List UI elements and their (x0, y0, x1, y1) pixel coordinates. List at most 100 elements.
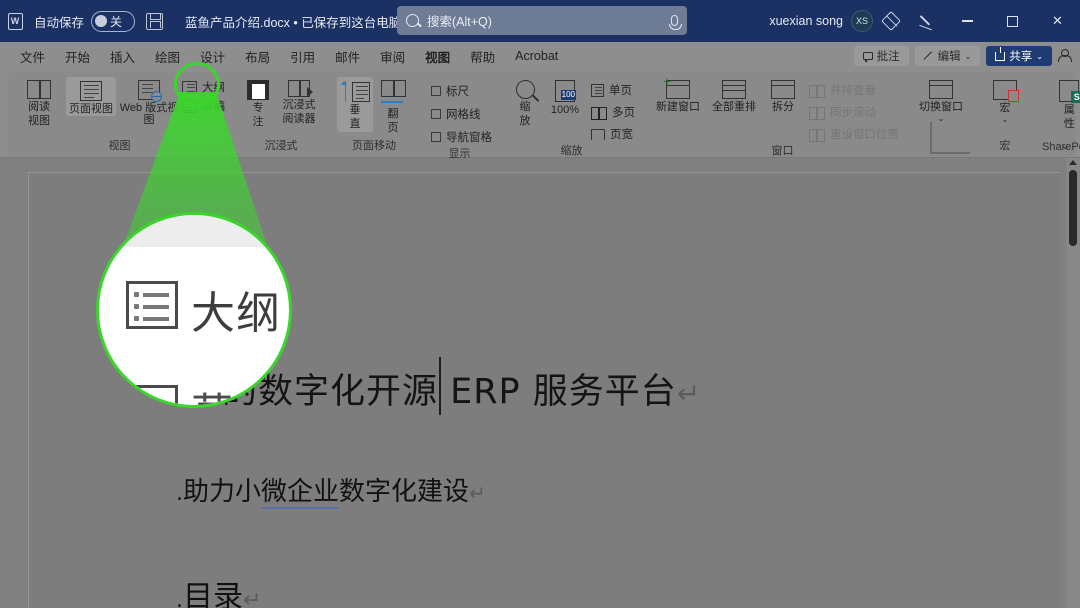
copilot-diamond-icon[interactable] (873, 0, 909, 42)
ribbon-tab-bar: 文件 开始 插入 绘图 设计 布局 引用 邮件 审阅 视图 帮助 Acrobat… (0, 42, 1080, 70)
ruler-checkbox[interactable]: 标尺 (431, 83, 492, 99)
close-button[interactable]: ✕ (1035, 0, 1080, 42)
maximize-button[interactable] (990, 0, 1035, 42)
read-mode-button[interactable]: 阅读 视图 (14, 77, 64, 128)
draft-icon (126, 385, 178, 408)
document-heading-2[interactable]: .助力小微企业数字化建设↵ (176, 471, 486, 508)
vertical-label-line2: 直 (350, 118, 361, 130)
synchronous-scrolling-button[interactable]: 同步滚动 (809, 104, 899, 120)
ribbon-inner: 阅读 视图 页面视图 Web 版式视图 (8, 72, 1076, 156)
scroll-up-arrow-icon[interactable] (1069, 160, 1077, 165)
magnified-outline-label: 大纲 (191, 277, 281, 341)
zoom-icon (516, 80, 535, 99)
macros-label: 宏 (1000, 102, 1011, 114)
web-layout-button[interactable]: Web 版式视图 (118, 77, 180, 127)
ruler-label: 标尺 (446, 83, 469, 99)
tab-help[interactable]: 帮助 (460, 44, 505, 69)
zoom-button[interactable]: 缩 放 (508, 77, 542, 128)
ribbon-group-immersive: 专 注 沉浸式 阅读器 沉浸式 (235, 72, 327, 156)
zoom-100-button[interactable]: 100 100% (544, 77, 586, 116)
focus-icon (247, 80, 269, 100)
tab-insert[interactable]: 插入 (100, 44, 145, 69)
immersive-reader-label-line1: 沉浸式 (283, 99, 316, 111)
group-label-page-movement: 页面移动 (352, 137, 396, 156)
share-button[interactable]: 共享 ⌄ (986, 46, 1052, 66)
word-app-icon[interactable] (0, 0, 30, 42)
comment-bubble-icon (863, 52, 873, 60)
ribbon-group-sharepoint: S 属 性 SharePoint (1036, 72, 1080, 156)
zoom-label-line2: 放 (520, 115, 531, 127)
document-heading-3[interactable]: .目录↵ (176, 572, 261, 608)
vertical-scroll-icon (341, 81, 370, 102)
one-page-button[interactable]: 单页 (591, 82, 635, 98)
macros-icon (993, 80, 1017, 100)
pen-icon[interactable] (909, 0, 945, 42)
new-window-icon: + (666, 80, 690, 99)
ribbon-collapse-icon[interactable]: ⌄ (1061, 139, 1070, 152)
chevron-down-icon[interactable]: ⌄ (1002, 116, 1009, 125)
autosave-toggle[interactable]: 关 (91, 11, 135, 32)
web-layout-icon (138, 80, 160, 100)
one-page-label: 单页 (609, 82, 632, 98)
magnified-draft-label: 草稿 (191, 380, 275, 408)
save-icon[interactable] (146, 13, 163, 30)
focus-button[interactable]: 专 注 (241, 77, 275, 129)
editing-button[interactable]: 编辑 ⌄ (915, 46, 981, 66)
zoom-label-line1: 缩 (520, 101, 531, 113)
heading-3-text: 目录 (183, 580, 243, 608)
side-to-side-button[interactable]: 翻 页 (375, 77, 411, 135)
zoom-100-icon: 100 (555, 80, 575, 102)
multiple-pages-button[interactable]: 多页 (591, 104, 635, 120)
chevron-down-icon: ⌄ (1036, 52, 1043, 61)
microphone-icon[interactable] (671, 15, 678, 26)
title-bar-right: xuexian song XS ✕ (769, 0, 1080, 42)
immersive-reader-label-line2: 阅读器 (283, 113, 316, 125)
navigation-pane-checkbox[interactable]: 导航窗格 (431, 129, 492, 145)
print-layout-icon (80, 81, 102, 101)
tab-file[interactable]: 文件 (10, 44, 55, 69)
avatar[interactable]: XS (851, 10, 873, 32)
tab-review[interactable]: 审阅 (370, 44, 415, 69)
tab-home[interactable]: 开始 (55, 44, 100, 69)
tab-layout[interactable]: 布局 (235, 44, 280, 69)
view-side-by-side-label: 并排查看 (830, 82, 876, 98)
split-button[interactable]: 拆分 (763, 77, 803, 113)
tab-mailings[interactable]: 邮件 (325, 44, 370, 69)
view-side-by-side-button[interactable]: 并排查看 (809, 82, 899, 98)
heading-2-text-b: 数字化建设 (339, 477, 469, 507)
macros-button[interactable]: 宏 ⌄ (984, 77, 1026, 125)
share-people-icon[interactable] (1058, 49, 1072, 63)
ribbon: 阅读 视图 页面视图 Web 版式视图 (0, 70, 1080, 158)
synchronous-scrolling-icon (809, 107, 825, 117)
immersive-reader-button[interactable]: 沉浸式 阅读器 (277, 77, 321, 126)
document-name[interactable]: 蓝鱼产品介绍.docx • 已保存到这台电脑⌄ (185, 12, 417, 31)
new-window-button[interactable]: + 新建窗口 (651, 77, 705, 113)
share-label: 共享 (1009, 48, 1032, 64)
word-window: 自动保存 关 蓝鱼产品介绍.docx • 已保存到这台电脑⌄ 搜索(Alt+Q)… (0, 0, 1080, 608)
ribbon-group-page-movement: 垂 直 翻 页 页面移动 (331, 72, 417, 156)
gridlines-checkbox[interactable]: 网格线 (431, 106, 492, 122)
scrollbar-thumb[interactable] (1069, 170, 1077, 246)
print-layout-button[interactable]: 页面视图 (66, 77, 116, 116)
immersive-reader-icon (288, 80, 310, 97)
vertical-scrollbar[interactable] (1066, 158, 1080, 608)
minimize-button[interactable] (945, 0, 990, 42)
arrange-all-button[interactable]: 全部重排 (707, 77, 761, 113)
reset-window-position-label: 重设窗口位置 (830, 126, 899, 142)
tab-references[interactable]: 引用 (280, 44, 325, 69)
print-layout-label: 页面视图 (69, 103, 113, 115)
comments-button[interactable]: 批注 (854, 46, 909, 66)
tab-view[interactable]: 视图 (415, 44, 460, 69)
document-name-text: 蓝鱼产品介绍.docx • 已保存到这台电脑 (185, 16, 401, 30)
switch-windows-button[interactable]: 切换窗口 ⌄ (914, 77, 968, 124)
vertical-scroll-button[interactable]: 垂 直 (337, 77, 373, 132)
reset-window-position-button[interactable]: 重设窗口位置 (809, 126, 899, 142)
side-label-line2: 页 (388, 122, 399, 134)
heading-3-bullet: . (176, 588, 183, 608)
search-input[interactable]: 搜索(Alt+Q) (397, 6, 687, 35)
properties-button[interactable]: S 属 性 (1048, 77, 1080, 131)
user-name: xuexian song (769, 14, 843, 28)
group-label-views: 视图 (109, 137, 131, 156)
page-width-button[interactable]: 页宽 (591, 126, 635, 142)
tab-acrobat[interactable]: Acrobat (505, 46, 568, 66)
